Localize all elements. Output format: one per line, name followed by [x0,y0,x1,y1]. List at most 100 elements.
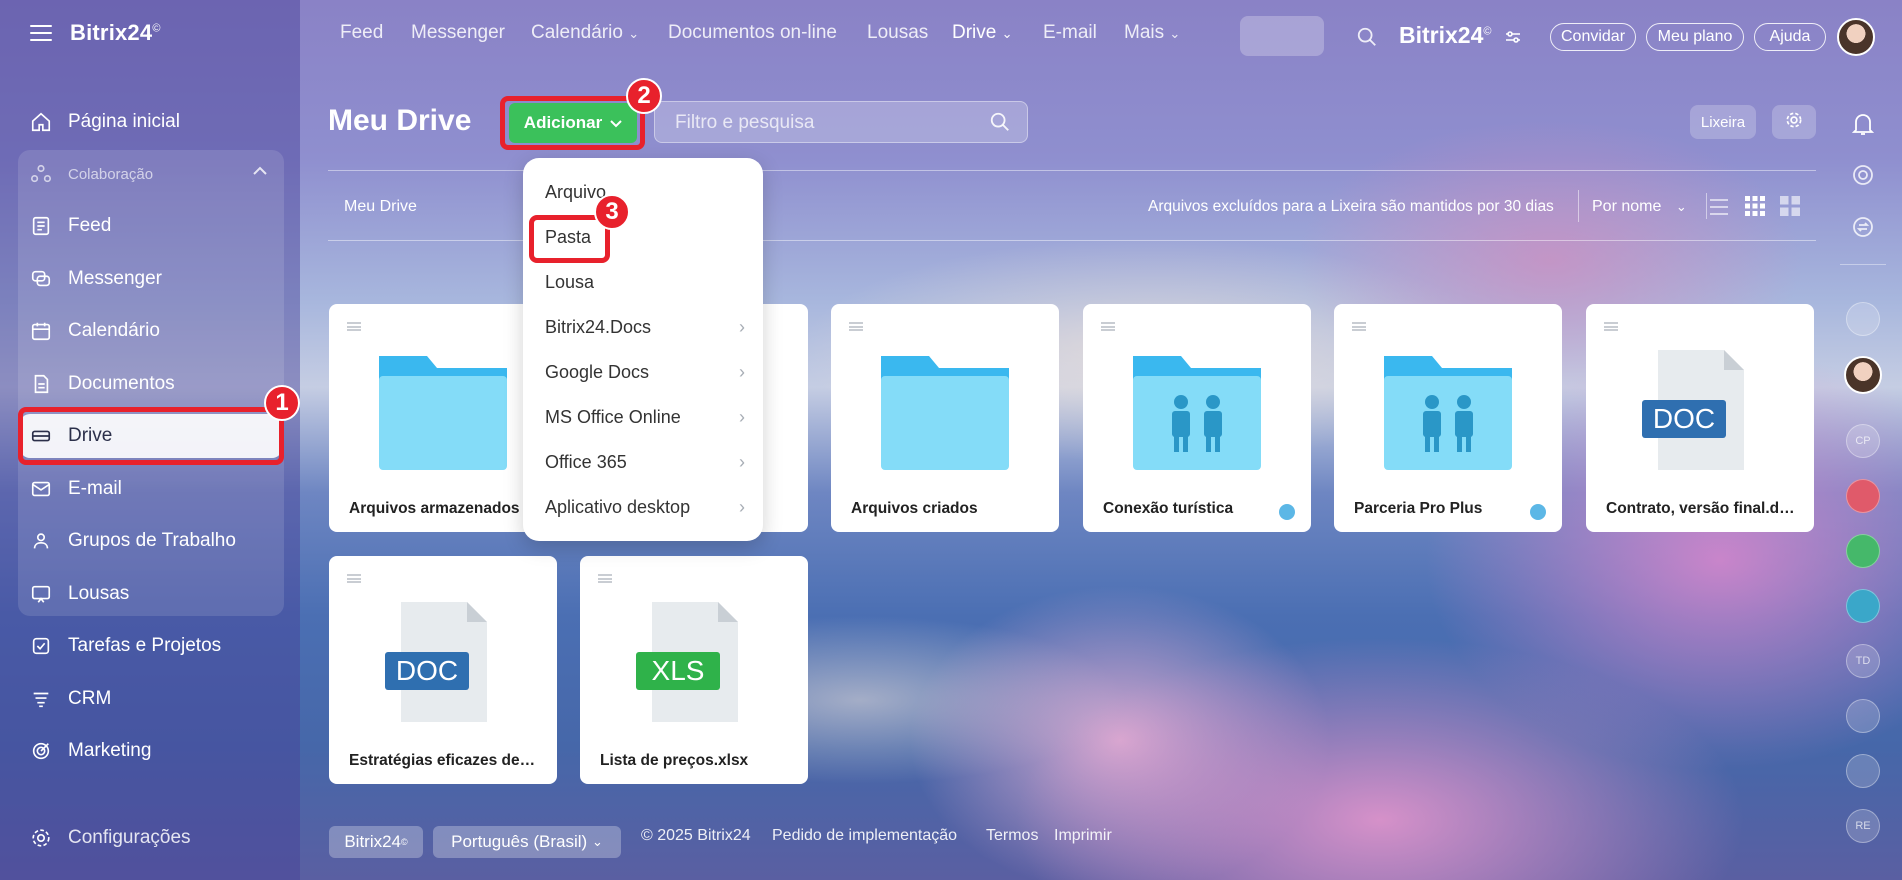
menu-item-desktop-app[interactable]: Aplicativo desktop › [545,491,745,523]
sidebar-brand: Bitrix24© [30,20,161,46]
sidebar-item-crm[interactable]: CRM [20,677,282,721]
footer-terms-link[interactable]: Termos [986,827,1038,845]
switch-icon[interactable] [1505,30,1521,49]
topnav-documents[interactable]: Documentos on-line [668,22,837,44]
small-grid-view-icon[interactable] [1745,196,1765,221]
drag-handle-icon[interactable] [1352,322,1366,331]
sort-dropdown[interactable]: Por nome ⌄ [1592,198,1687,216]
topnav-drive-label: Drive [952,22,997,43]
drag-handle-icon[interactable] [347,322,361,331]
rail-task-icon[interactable] [1846,479,1880,513]
sidebar-item-marketing[interactable]: Marketing [20,729,282,773]
search-field[interactable] [654,101,1028,143]
drag-handle-icon[interactable] [1101,322,1115,331]
menu-item-file[interactable]: Arquivo [545,176,745,208]
topnav-brand[interactable]: Bitrix24© [1399,22,1491,49]
search-input[interactable] [673,110,977,136]
sidebar-item-feed[interactable]: Feed [20,204,282,248]
menu-item-bitrix-docs[interactable]: Bitrix24.Docs › [545,311,745,343]
drag-handle-icon[interactable] [1604,322,1618,331]
sidebar-item-groups[interactable]: Grupos de Trabalho [20,519,282,563]
rail-task-icon[interactable] [1846,589,1880,623]
footer-implementation-link[interactable]: Pedido de implementação [772,827,957,845]
menu-item-board[interactable]: Lousa [545,266,745,298]
topnav-messenger[interactable]: Messenger [411,22,505,44]
sidebar-item-drive[interactable]: Drive [20,414,282,458]
rail-target-icon[interactable] [1846,699,1880,733]
gear-icon [30,827,52,849]
menu-item-ms-office-online[interactable]: MS Office Online › [545,401,745,433]
sidebar-item-boards[interactable]: Lousas [20,572,282,616]
topnav-boards[interactable]: Lousas [867,22,928,44]
sidebar-item-documents[interactable]: Documentos [20,362,282,406]
chevron-right-icon: › [739,406,745,427]
target-icon[interactable] [1852,164,1874,191]
trash-notice: Arquivos excluídos para a Lixeira são ma… [1148,198,1554,215]
sidebar-item-email[interactable]: E-mail [20,467,282,511]
breadcrumb[interactable]: Meu Drive [344,198,417,216]
large-grid-view-icon[interactable] [1780,196,1800,221]
rail-contact-cp[interactable]: CP [1846,424,1880,458]
rail-task-icon[interactable] [1846,534,1880,568]
my-plan-button[interactable]: Meu plano [1646,23,1744,51]
footer-print-link[interactable]: Imprimir [1054,827,1112,845]
rail-avatar[interactable] [1846,302,1880,336]
menu-item-office-365[interactable]: Office 365 › [545,446,745,478]
file-card-shared-folder[interactable]: Conexão turística [1083,304,1311,532]
drag-handle-icon[interactable] [849,322,863,331]
user-avatar[interactable] [1837,18,1875,56]
gear-icon [1784,110,1804,134]
language-select[interactable]: Português (Brasil) ⌄ [433,826,621,858]
trash-button[interactable]: Lixeira [1690,105,1756,139]
collaboration-group-header[interactable]: Colaboração [20,152,282,196]
add-button[interactable]: Adicionar [509,103,637,143]
group-label: Colaboração [68,165,154,183]
rail-target-icon[interactable] [1846,754,1880,788]
rail-user-avatar[interactable] [1844,356,1882,394]
chevron-up-icon[interactable] [252,164,268,181]
sidebar-item-settings[interactable]: Configurações [20,816,282,860]
sidebar-item-home[interactable]: Página inicial [20,100,282,144]
search-icon[interactable] [989,111,1011,138]
menu-item-google-docs[interactable]: Google Docs › [545,356,745,388]
chevron-down-icon [610,113,622,133]
chevron-right-icon: › [739,496,745,517]
sidebar-item-label: Drive [68,425,113,446]
sidebar-item-messenger[interactable]: Messenger [20,257,282,301]
rail-contact-re[interactable]: RE [1846,809,1880,843]
bell-icon[interactable] [1851,112,1875,141]
step-badge-1: 1 [264,385,300,421]
file-card-xls[interactable]: XLS Lista de preços.xlsx [580,556,808,784]
menu-item-folder[interactable]: Pasta [545,221,745,253]
topnav-calendar[interactable]: Calendário ⌄ [531,22,639,44]
sidebar-item-label: Marketing [68,740,152,761]
sidebar-item-calendar[interactable]: Calendário [20,309,282,353]
file-name: Arquivos criados [851,500,978,517]
topnav-email[interactable]: E-mail [1043,22,1097,44]
search-icon[interactable] [1356,26,1378,53]
topnav-more[interactable]: Mais ⌄ [1124,22,1180,44]
drag-handle-icon[interactable] [347,574,361,583]
menu-item-label: Lousa [545,271,595,292]
file-card-doc[interactable]: DOC Estratégias eficazes de ma... [329,556,557,784]
file-name: Lista de preços.xlsx [600,752,749,769]
drive-icon [30,425,52,447]
help-button[interactable]: Ajuda [1754,23,1826,51]
footer-brand[interactable]: Bitrix24 © [329,826,423,858]
sync-icon[interactable] [1852,216,1874,243]
file-card-doc[interactable]: DOC Contrato, versão final.docx [1586,304,1814,532]
settings-button[interactable] [1772,105,1816,139]
sidebar-item-tasks[interactable]: Tarefas e Projetos [20,624,282,668]
invite-button[interactable]: Convidar [1550,23,1636,51]
brand-logo[interactable]: Bitrix24© [70,20,161,46]
svg-text:DOC: DOC [1653,403,1715,434]
menu-icon[interactable] [30,25,52,41]
topnav-drive[interactable]: Drive ⌄ [952,22,1013,44]
topnav-calendar-label: Calendário [531,22,623,43]
file-card-folder[interactable]: Arquivos criados [831,304,1059,532]
file-card-shared-folder[interactable]: Parceria Pro Plus [1334,304,1562,532]
topnav-feed[interactable]: Feed [340,22,383,44]
rail-contact-td[interactable]: TD [1846,644,1880,678]
list-view-icon[interactable] [1709,198,1729,221]
drag-handle-icon[interactable] [598,574,612,583]
